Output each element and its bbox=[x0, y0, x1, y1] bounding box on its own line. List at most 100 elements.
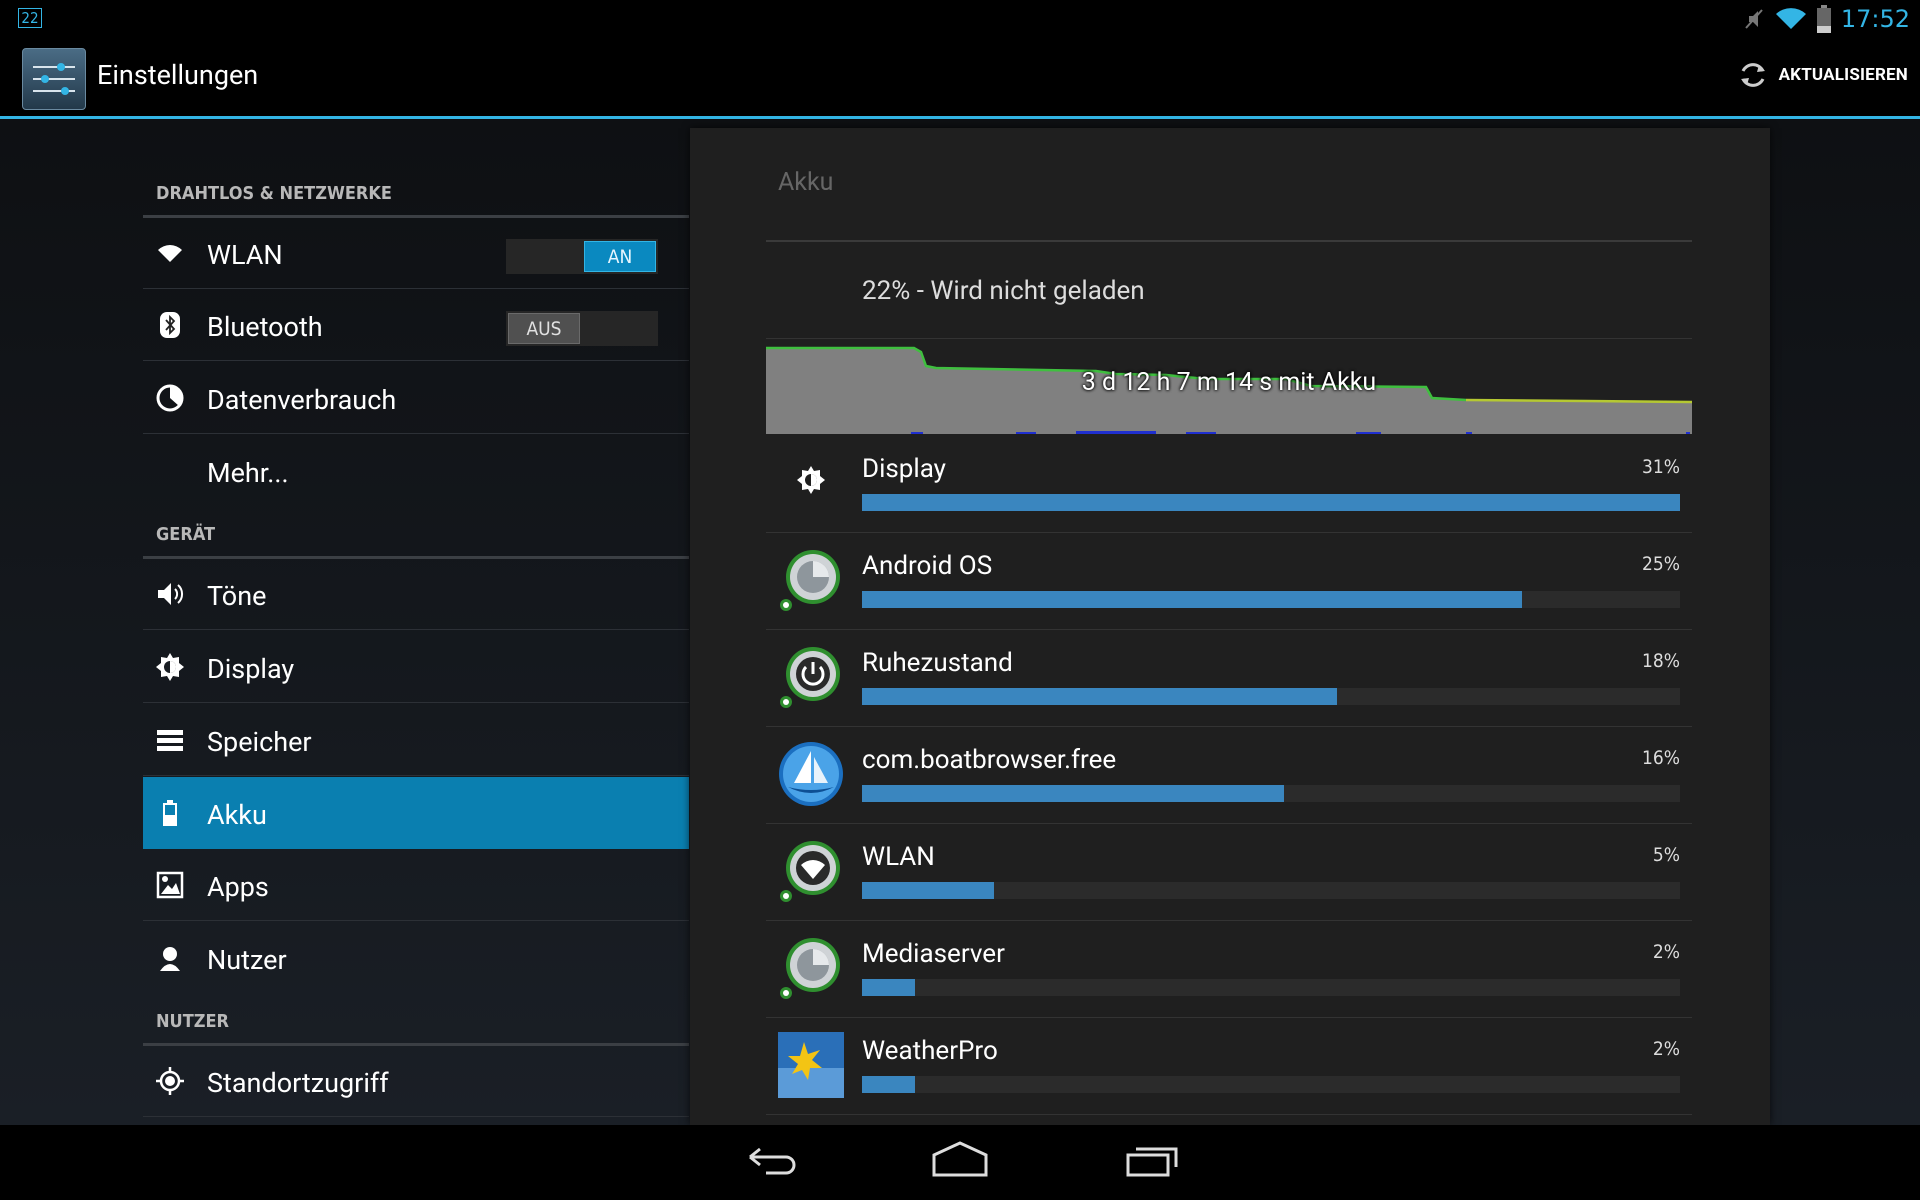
apps-icon bbox=[156, 871, 184, 899]
mediaserver-icon bbox=[774, 931, 848, 1005]
battery-status: 22% - Wird nicht geladen bbox=[862, 276, 1145, 306]
pane-title: Akku bbox=[778, 168, 834, 197]
refresh-icon bbox=[1740, 63, 1765, 87]
settings-item-label: Standortzugriff bbox=[207, 1067, 389, 1099]
wlan-toggle[interactable]: AN bbox=[506, 239, 658, 274]
usage-bar-track bbox=[862, 688, 1680, 705]
home-button[interactable] bbox=[920, 1135, 1000, 1190]
battery-usage-row[interactable]: WLAN 5% bbox=[766, 824, 1692, 921]
back-button[interactable] bbox=[728, 1135, 808, 1190]
settings-item-label: Apps bbox=[207, 871, 269, 903]
usage-bar-track bbox=[862, 591, 1680, 608]
settings-item-label: Datenverbrauch bbox=[207, 384, 397, 416]
settings-item-more[interactable]: Mehr... bbox=[143, 435, 689, 507]
usage-bar-track bbox=[862, 494, 1680, 511]
navigation-bar bbox=[0, 1125, 1920, 1200]
settings-item-apps[interactable]: Apps bbox=[143, 849, 689, 921]
section-header-device: GERÄT bbox=[156, 524, 216, 545]
usage-bar-fill bbox=[862, 882, 994, 899]
wifi-app-icon bbox=[774, 834, 848, 908]
brightness-icon bbox=[156, 653, 184, 681]
battery-duration-label: 3 d 12 h 7 m 14 s mit Akku bbox=[1081, 368, 1377, 397]
battery-icon bbox=[163, 800, 177, 826]
settings-app-icon[interactable] bbox=[22, 48, 86, 110]
divider bbox=[766, 240, 1692, 242]
battery-usage-row[interactable]: com.boatbrowser.free 16% bbox=[766, 727, 1692, 824]
status-bar: 22 17:52 bbox=[0, 0, 1920, 39]
toggle-knob: AUS bbox=[508, 313, 580, 344]
recent-apps-button[interactable] bbox=[1112, 1135, 1192, 1190]
settings-item-label: Töne bbox=[207, 580, 267, 612]
usage-name: Android OS bbox=[862, 551, 993, 581]
usage-name: WLAN bbox=[862, 842, 935, 872]
settings-item-sounds[interactable]: Töne bbox=[143, 558, 689, 630]
settings-item-label: WLAN bbox=[207, 239, 283, 271]
usage-percent: 2% bbox=[1652, 1038, 1680, 1060]
section-header-user: NUTZER bbox=[156, 1011, 230, 1032]
bluetooth-icon bbox=[160, 312, 180, 338]
usage-percent: 31% bbox=[1642, 456, 1680, 478]
home-icon bbox=[932, 1141, 988, 1177]
settings-item-data-usage[interactable]: Datenverbrauch bbox=[143, 362, 689, 434]
usage-bar-fill bbox=[862, 785, 1285, 802]
usage-percent: 5% bbox=[1652, 844, 1680, 866]
battery-usage-row[interactable]: Mediaserver 2% bbox=[766, 921, 1692, 1018]
boat-browser-icon bbox=[774, 737, 848, 811]
usage-bar-fill bbox=[862, 979, 915, 996]
bluetooth-toggle[interactable]: AUS bbox=[506, 311, 658, 346]
usage-name: Ruhezustand bbox=[862, 648, 1013, 678]
action-bar: Einstellungen AKTUALISIEREN bbox=[0, 39, 1920, 119]
settings-item-display[interactable]: Display bbox=[143, 631, 689, 703]
settings-item-label: Speicher bbox=[207, 726, 312, 758]
mute-icon bbox=[1745, 9, 1763, 29]
content-area: DRAHTLOS & NETZWERKE WLAN AN Bluetooth A… bbox=[0, 119, 1920, 1125]
usage-bar-track bbox=[862, 882, 1680, 899]
usage-bar-fill bbox=[862, 1076, 915, 1093]
brightness-icon bbox=[774, 446, 848, 520]
settings-item-label: Akku bbox=[207, 799, 267, 831]
settings-item-label: Bluetooth bbox=[207, 311, 323, 343]
settings-item-location[interactable]: Standortzugriff bbox=[143, 1045, 689, 1117]
battery-status-icon bbox=[1816, 5, 1831, 33]
usage-bar-track bbox=[862, 979, 1680, 996]
power-icon bbox=[774, 640, 848, 714]
usage-percent: 18% bbox=[1642, 650, 1680, 672]
settings-item-battery[interactable]: Akku bbox=[143, 777, 689, 849]
usage-bar-fill bbox=[862, 688, 1337, 705]
battery-pane: Akku 22% - Wird nicht geladen 3 d 12 h 7… bbox=[690, 128, 1770, 1125]
battery-history-chart[interactable]: 3 d 12 h 7 m 14 s mit Akku bbox=[766, 344, 1693, 434]
location-icon bbox=[156, 1067, 184, 1095]
refresh-label: AKTUALISIEREN bbox=[1778, 65, 1908, 85]
divider bbox=[766, 338, 1692, 339]
settings-item-wlan[interactable]: WLAN AN bbox=[143, 217, 689, 289]
section-header-wireless: DRAHTLOS & NETZWERKE bbox=[156, 183, 392, 204]
storage-icon bbox=[157, 730, 183, 751]
settings-item-storage[interactable]: Speicher bbox=[143, 704, 689, 776]
battery-usage-row[interactable]: WeatherPro 2% bbox=[766, 1018, 1692, 1115]
battery-usage-row[interactable]: Android OS 25% bbox=[766, 533, 1692, 630]
usage-name: Display bbox=[862, 454, 946, 484]
toggle-knob: AN bbox=[584, 241, 656, 272]
data-usage-icon bbox=[156, 384, 184, 412]
refresh-button[interactable]: AKTUALISIEREN bbox=[1737, 59, 1908, 91]
usage-bar-fill bbox=[862, 591, 1522, 608]
status-icons: 17:52 bbox=[1743, 2, 1910, 36]
page-title: Einstellungen bbox=[97, 59, 259, 91]
settings-item-users[interactable]: Nutzer bbox=[143, 922, 689, 994]
usage-percent: 2% bbox=[1652, 941, 1680, 963]
usage-name: WeatherPro bbox=[862, 1036, 998, 1066]
usage-bar-track bbox=[862, 1076, 1680, 1093]
battery-usage-row[interactable]: Ruhezustand 18% bbox=[766, 630, 1692, 727]
user-icon bbox=[160, 947, 180, 971]
settings-item-label: Display bbox=[207, 653, 295, 685]
usage-name: Mediaserver bbox=[862, 939, 1005, 969]
notification-badge[interactable]: 22 bbox=[18, 8, 42, 28]
usage-bar-fill bbox=[862, 494, 1680, 511]
weatherpro-icon bbox=[774, 1028, 848, 1102]
android-os-icon bbox=[774, 543, 848, 617]
speaker-icon bbox=[158, 583, 184, 605]
settings-item-bluetooth[interactable]: Bluetooth AUS bbox=[143, 289, 689, 361]
wifi-icon bbox=[158, 245, 182, 262]
usage-percent: 16% bbox=[1642, 747, 1680, 769]
battery-usage-row[interactable]: Display 31% bbox=[766, 436, 1692, 533]
